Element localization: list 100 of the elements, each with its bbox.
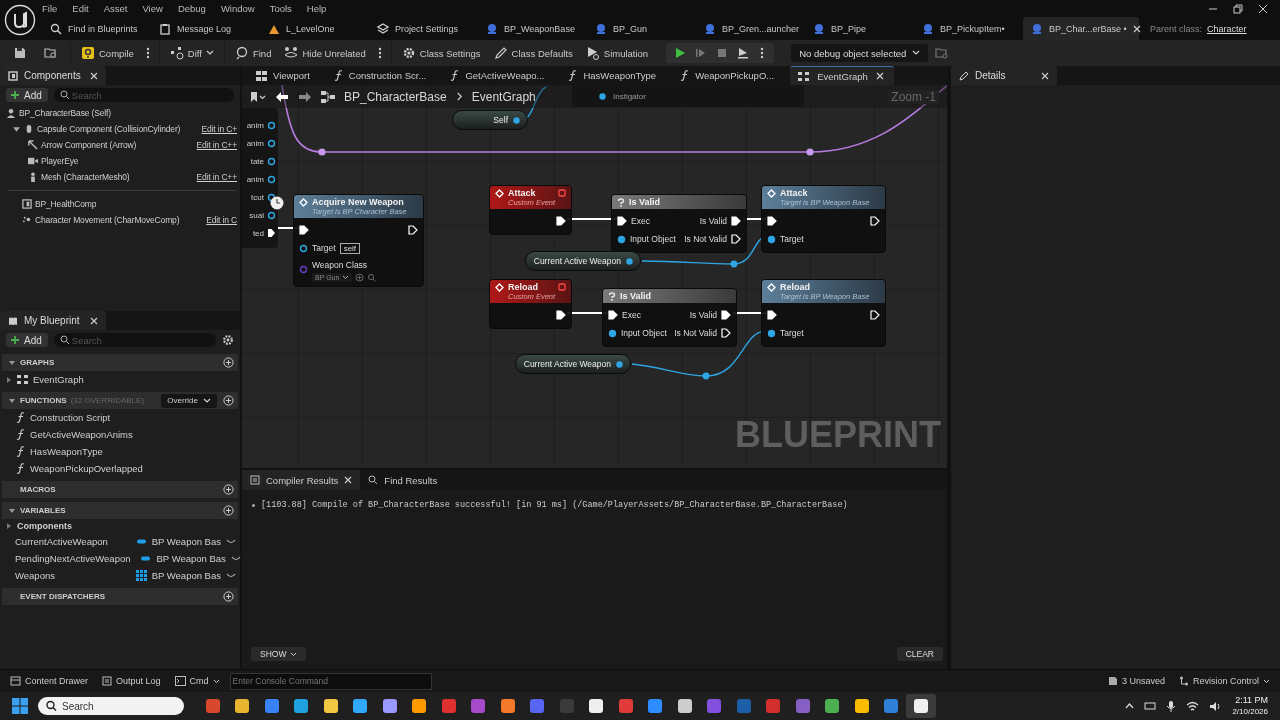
- debug-object-dropdown[interactable]: No debug object selected: [791, 44, 929, 62]
- graph-tab[interactable]: WeaponPickupO...: [672, 66, 783, 85]
- pin-value-field[interactable]: self: [339, 242, 361, 254]
- graph-tab[interactable]: GetActiveWeapo...: [442, 66, 553, 85]
- more-options-icon[interactable]: [377, 47, 382, 59]
- edit-link[interactable]: Edit in C: [206, 215, 237, 225]
- add-icon[interactable]: [223, 505, 234, 516]
- app-button[interactable]: [906, 694, 936, 718]
- start-icon[interactable]: [12, 698, 28, 714]
- revision-control-button[interactable]: Revision Control: [1174, 676, 1274, 686]
- chevron-up-icon[interactable]: [1125, 703, 1135, 709]
- close-icon[interactable]: [90, 71, 98, 80]
- wifi-icon[interactable]: [1186, 700, 1200, 712]
- clock-time[interactable]: 2:11 PM: [1235, 695, 1268, 706]
- variable-node[interactable]: Self: [452, 110, 528, 130]
- close-icon[interactable]: [90, 316, 98, 325]
- section-header[interactable]: MACROS: [2, 481, 238, 498]
- visibility-icon[interactable]: [226, 572, 236, 579]
- compile-button[interactable]: Compile: [78, 42, 137, 64]
- eject-icon[interactable]: [737, 47, 750, 59]
- forward-arrow-icon[interactable]: [298, 90, 312, 103]
- add-button[interactable]: Add: [6, 88, 48, 102]
- breadcrumb[interactable]: BP_CharacterBase: [344, 89, 447, 104]
- edit-link[interactable]: Edit in C++: [196, 172, 237, 182]
- volume-icon[interactable]: [1209, 700, 1223, 712]
- menu-item[interactable]: File: [42, 3, 58, 14]
- output-tab[interactable]: Compiler Results: [242, 470, 361, 490]
- graph-node[interactable]: Is Valid Exec Is Valid Input Object Is Not Valid: [602, 288, 737, 347]
- category-label[interactable]: Components: [17, 521, 72, 531]
- menu-item[interactable]: Help: [306, 3, 327, 14]
- document-tab[interactable]: Find in Blueprints: [42, 17, 150, 40]
- engine-logo-icon[interactable]: [4, 4, 36, 36]
- variable-type[interactable]: BP Weapon Bas: [151, 570, 221, 581]
- document-tab[interactable]: BP_Gren...auncher: [696, 17, 804, 40]
- document-tab[interactable]: BP_WeaponBase: [478, 17, 586, 40]
- expand-arrow-icon[interactable]: [12, 124, 21, 134]
- document-tab[interactable]: BP_Pipe: [805, 17, 913, 40]
- list-item[interactable]: EventGraph: [33, 374, 84, 385]
- menu-item[interactable]: Debug: [177, 3, 206, 14]
- settings-icon[interactable]: [222, 334, 234, 346]
- close-icon[interactable]: [1258, 3, 1268, 14]
- section-header[interactable]: VARIABLES: [2, 502, 238, 519]
- graph-canvas[interactable]: [242, 85, 947, 468]
- document-tab[interactable]: Message Log: [151, 17, 259, 40]
- menu-item[interactable]: Window: [220, 3, 255, 14]
- folder-search-icon[interactable]: [935, 46, 950, 60]
- back-arrow-icon[interactable]: [275, 90, 289, 103]
- section-header[interactable]: EVENT DISPATCHERS: [2, 588, 238, 605]
- details-tab[interactable]: Details: [951, 66, 1057, 85]
- list-item[interactable]: GetActiveWeaponAnims: [30, 429, 133, 440]
- add-icon[interactable]: [223, 357, 234, 368]
- clear-button[interactable]: CLEAR: [896, 647, 943, 661]
- menu-item[interactable]: View: [142, 3, 163, 14]
- add-icon[interactable]: [223, 484, 234, 495]
- component-name[interactable]: BP_CharacterBase (Self): [19, 108, 111, 118]
- hide-unrelated-button[interactable]: Hide Unrelated: [281, 42, 369, 64]
- search-field[interactable]: Search: [53, 88, 234, 102]
- close-icon[interactable]: [1041, 71, 1049, 80]
- cmd-dropdown[interactable]: Cmd: [170, 676, 224, 686]
- find-button[interactable]: Find: [231, 42, 275, 64]
- visibility-icon[interactable]: [230, 555, 241, 562]
- more-options-icon[interactable]: [760, 47, 765, 59]
- network-icon[interactable]: [1144, 700, 1157, 712]
- variable-name[interactable]: CurrentActiveWeapon: [15, 536, 108, 547]
- component-name[interactable]: Arrow Component (Arrow): [41, 140, 137, 150]
- output-tab[interactable]: Find Results: [360, 470, 446, 490]
- search-icon[interactable]: [367, 273, 377, 282]
- console-input[interactable]: Enter Console Command: [229, 672, 432, 690]
- my-blueprint-tab[interactable]: My Blueprint: [0, 311, 106, 330]
- document-tab[interactable]: BP_Gun: [587, 17, 695, 40]
- component-name[interactable]: BP_HealthComp: [35, 199, 97, 209]
- edit-link[interactable]: Edit in C+: [201, 124, 237, 134]
- list-item[interactable]: HasWeaponType: [30, 446, 103, 457]
- document-tab[interactable]: Project Settings: [369, 17, 477, 40]
- list-item[interactable]: Construction Script: [30, 412, 111, 423]
- component-name[interactable]: Capsule Component (CollisionCylinder): [37, 124, 181, 134]
- variable-name[interactable]: PendingNextActiveWeapon: [15, 553, 131, 564]
- menu-item[interactable]: Edit: [72, 3, 89, 14]
- use-selected-icon[interactable]: [355, 273, 365, 282]
- add-icon[interactable]: [223, 591, 234, 602]
- variable-type[interactable]: BP Weapon Bas: [156, 553, 226, 564]
- output-log-button[interactable]: Output Log: [98, 676, 165, 686]
- edit-link[interactable]: Edit in C++: [196, 140, 237, 150]
- clock-date[interactable]: 2/10/2026: [1232, 706, 1268, 717]
- graph-tab[interactable]: Viewport: [248, 66, 318, 85]
- menu-item[interactable]: Tools: [269, 3, 292, 14]
- content-drawer-button[interactable]: Content Drawer: [6, 676, 93, 686]
- microphone-icon[interactable]: [1166, 700, 1177, 712]
- document-tab[interactable]: BP_PickupItem•: [914, 17, 1022, 40]
- component-name[interactable]: Mesh (CharacterMesh0): [41, 172, 130, 182]
- show-button[interactable]: SHOW: [251, 647, 307, 661]
- variable-node[interactable]: Current Active Weapon: [525, 251, 641, 271]
- variable-type[interactable]: BP Weapon Bas: [151, 536, 221, 547]
- component-name[interactable]: Character Movement (CharMoveComp): [35, 215, 180, 225]
- restore-icon[interactable]: [1233, 3, 1243, 14]
- graph-tab[interactable]: HasWeaponType: [560, 66, 665, 85]
- more-options-icon[interactable]: [145, 47, 150, 59]
- component-name[interactable]: PlayerEye: [41, 156, 79, 166]
- taskbar-search-field[interactable]: Search: [38, 697, 184, 715]
- unsaved-button[interactable]: 3 Unsaved: [1103, 676, 1169, 686]
